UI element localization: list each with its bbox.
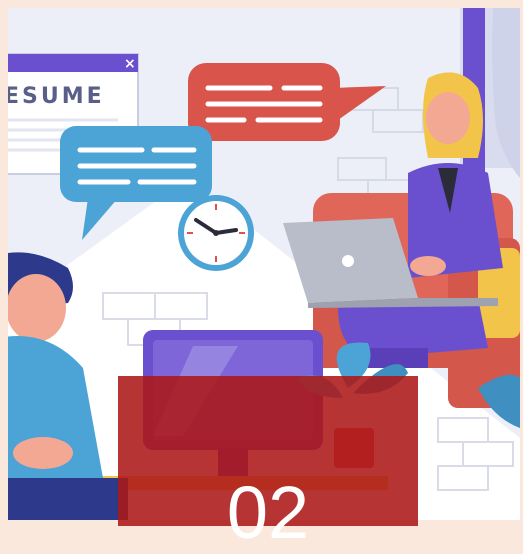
number-overlay: 02 bbox=[118, 376, 418, 550]
resume-heading: ESUME bbox=[8, 84, 105, 109]
close-icon: × bbox=[124, 56, 136, 72]
overlay-number: 02 bbox=[226, 471, 310, 554]
wall-clock bbox=[178, 195, 254, 271]
